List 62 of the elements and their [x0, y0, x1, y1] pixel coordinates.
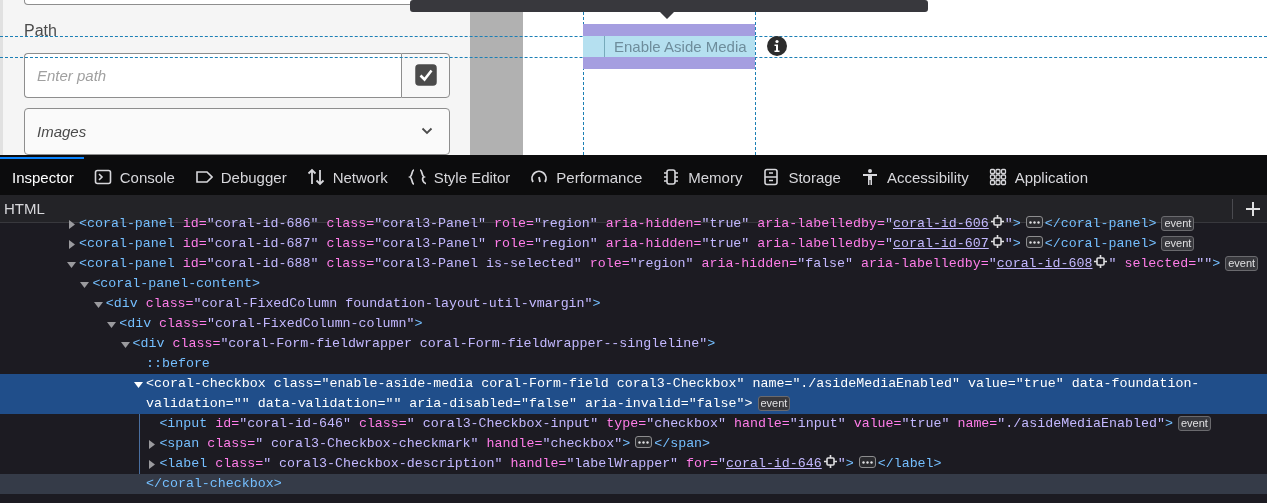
ellipsis-button[interactable]	[1025, 216, 1043, 229]
node-link[interactable]: coral-id-607	[893, 236, 989, 251]
target-icon[interactable]	[823, 455, 837, 469]
markup-row[interactable]: ::before	[0, 354, 1267, 374]
markup-row[interactable]: <div class="coral-Form-fieldwrapper coral-Form-fieldwrapper--singleline">	[0, 334, 1267, 354]
tab-icon	[306, 168, 325, 186]
markup-row[interactable]: <span class=" coral3-Checkbox-checkmark" handle="checkbox"> </span>	[0, 434, 1267, 454]
checkbox-icon	[414, 64, 437, 87]
panel-title: HTML	[4, 200, 45, 217]
collapse-triangle-icon[interactable]	[146, 458, 158, 470]
markup-row[interactable]: <label class=" coral3-Checkbox-description" handle="labelWrapper" for="coral-id-646 "> </label>	[0, 454, 1267, 474]
ellipsis-icon	[1028, 241, 1040, 244]
devtools-tab[interactable]: Console	[83, 157, 185, 195]
path-field[interactable]: Enter path	[24, 52, 401, 98]
devtools-tab[interactable]: Storage	[752, 157, 851, 195]
devtools-tab[interactable]: Accessibility	[850, 157, 979, 195]
markup-row[interactable]: <coral-panel-content>	[0, 274, 1267, 294]
ellipsis-button[interactable]	[858, 456, 876, 469]
target-icon[interactable]	[1094, 255, 1108, 269]
event-badge[interactable]: event	[1225, 256, 1259, 271]
event-badge[interactable]: event	[1161, 236, 1195, 251]
devtools-tab[interactable]: Debugger	[184, 157, 297, 195]
markup-row[interactable]: <input id="coral-id-646" class=" coral3-Checkbox-input" type="checkbox" handle="input" value="true" name="./asideMediaEnabled"> event	[0, 414, 1267, 434]
markup-row[interactable]: <div class="coral-FixedColumn-column">	[0, 314, 1267, 334]
plus-icon[interactable]	[1245, 200, 1261, 217]
node-link[interactable]: coral-id-646	[726, 456, 822, 471]
chevron-down-icon	[421, 127, 433, 136]
markup-row[interactable]: <coral-panel id="coral-id-687" class="coral3-Panel" role="region" aria-hidden="true" aria-labelledby="coral-id-607 "> </coral-panel> event	[0, 234, 1267, 254]
tab-icon	[93, 168, 112, 186]
images-dropdown[interactable]: Images	[24, 107, 450, 155]
tab-icon	[407, 168, 426, 186]
info-icon[interactable]	[767, 36, 787, 56]
ellipsis-button[interactable]	[1025, 236, 1043, 249]
event-badge[interactable]: event	[1177, 416, 1211, 431]
event-badge[interactable]: event	[757, 396, 791, 411]
ellipsis-icon	[638, 441, 650, 444]
devtools-tab[interactable]: Style Editor	[397, 157, 521, 195]
devtools-tab[interactable]: Memory	[652, 157, 753, 195]
collapse-triangle-icon[interactable]	[66, 218, 77, 230]
target-icon[interactable]	[990, 235, 1004, 249]
node-link[interactable]: coral-id-608	[996, 256, 1093, 271]
tab-icon	[194, 168, 213, 186]
check-button[interactable]	[401, 52, 450, 98]
collapse-triangle-icon[interactable]	[66, 238, 77, 250]
markup-row[interactable]: <coral-panel id="coral-id-688" class="coral3-Panel is-selected" role="region" aria-hidden="false" aria-labelledby="coral-id-608 " selected=""> event	[0, 254, 1267, 274]
tab-icon	[662, 168, 681, 186]
tab-icon	[762, 168, 781, 186]
devtools-tab[interactable]: Application	[978, 157, 1099, 195]
devtools-tab[interactable]: Network	[296, 157, 398, 195]
tab-icon	[988, 168, 1007, 186]
collapse-triangle-icon[interactable]	[146, 438, 158, 450]
ellipsis-button[interactable]	[635, 436, 653, 449]
ellipsis-icon	[861, 461, 873, 464]
target-icon[interactable]	[990, 215, 1004, 229]
path-label: Path	[24, 21, 58, 41]
markup-row[interactable]: </coral-checkbox>	[0, 474, 1267, 494]
markup-row[interactable]: <coral-panel id="coral-id-686" class="coral3-Panel" role="region" aria-hidden="true" aria-labelledby="coral-id-606 "> </coral-panel> event	[0, 214, 1267, 234]
node-link[interactable]: coral-id-606	[893, 216, 989, 231]
ellipsis-icon	[1028, 221, 1040, 224]
tab-icon	[860, 168, 879, 186]
devtools-tab[interactable]: Performance	[520, 157, 653, 195]
markup-row[interactable]: <div class="coral-FixedColumn foundation-layout-util-vmargin">	[0, 294, 1267, 314]
